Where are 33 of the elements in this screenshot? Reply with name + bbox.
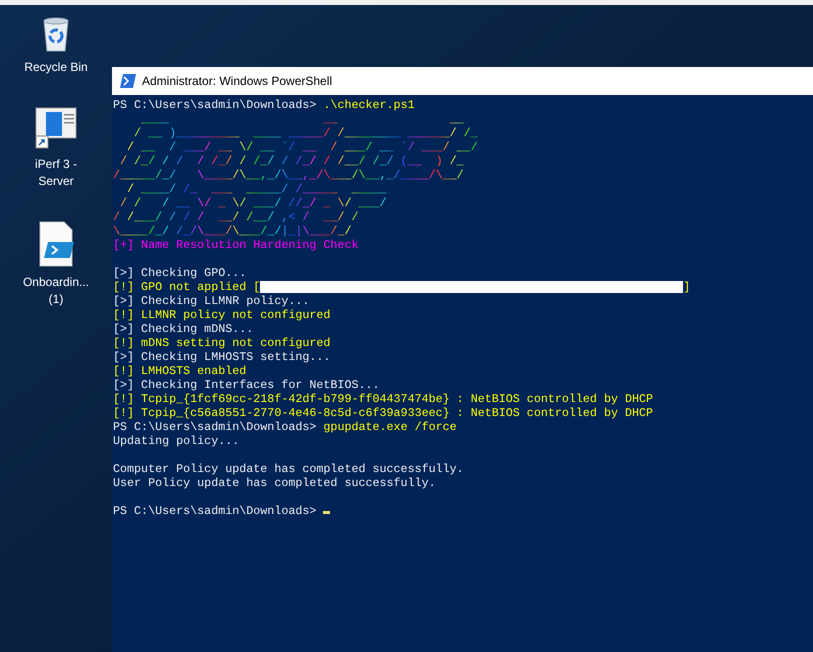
warning-text: [!] LLMNR policy not configured [113, 308, 330, 322]
desktop-icon-label[interactable]: Onboardin... [22, 274, 90, 291]
app-window-icon [34, 106, 78, 150]
warning-text: [!] Tcpip_{1fcf69cc-218f-42df-b799-ff04437474be} : NetBIOS controlled by DHCP [113, 392, 654, 406]
text-cursor [323, 511, 330, 514]
console-text: [>] Checking mDNS... [113, 322, 254, 336]
console-command: gpupdate.exe /force [323, 420, 457, 434]
powershell-icon [120, 74, 136, 88]
window-title: Administrator: Windows PowerShell [142, 73, 332, 90]
console-text: [>] Checking LLMNR policy... [113, 294, 310, 308]
warning-text: [!] mDNS setting not configured [113, 336, 330, 350]
heading-text: [+] Name Resolution Hardening Check [113, 238, 358, 252]
ascii-banner-text: / /___/ / / / __/ /__/ ,< / __/ / [113, 210, 358, 224]
warning-text: [!] LMHOSTS enabled [113, 364, 246, 378]
console-text: PS C:\Users\sadmin\Downloads> [113, 98, 318, 112]
desktop-icon-label[interactable]: iPerf 3 - [34, 156, 77, 173]
console-text: [>] Checking GPO... [113, 266, 246, 280]
console-text: Updating policy... [113, 434, 240, 448]
desktop-icon-label[interactable]: (1) [48, 291, 64, 308]
ascii-banner-text: \____/_/ /_/\___/\___/_/|_|\___/_/ [113, 224, 352, 238]
warning-text: [!] Tcpip_{c56a8551-2770-4e46-8c5d-c6f39a933eec} : NetBIOS controlled by DHCP [113, 406, 654, 420]
desktop-icon-label[interactable]: Server [38, 173, 74, 190]
console-text: PS C:\Users\sadmin\Downloads> [113, 504, 318, 518]
console-text: [>] Checking Interfaces for NetBIOS... [113, 378, 380, 392]
desktop-icon-label[interactable]: Recycle Bin [24, 59, 88, 76]
ascii-banner-text: /_____/_/ \____/\__,_/\__,_/\___/\__,_/____/\__/ [113, 168, 464, 182]
warning-text: ] [683, 280, 690, 294]
console-command: .\checker.ps1 [323, 98, 415, 112]
console-text: PS C:\Users\sadmin\Downloads> [113, 420, 318, 434]
console-text: Computer Policy update has completed successfully. [113, 462, 464, 476]
console-text: [>] Checking LMHOSTS setting... [113, 350, 330, 364]
warning-text: [!] GPO not applied [ [113, 280, 260, 294]
console-text: User Policy update has completed successfully. [113, 476, 436, 490]
